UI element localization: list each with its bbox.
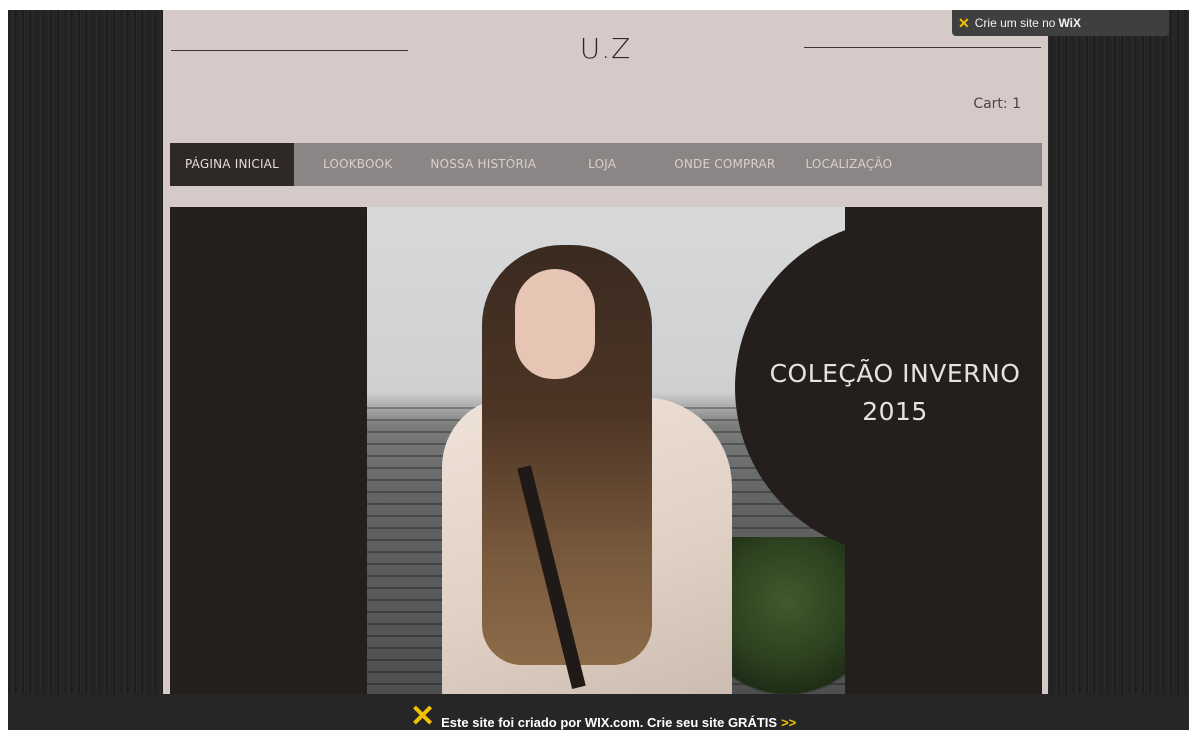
nav-item-pagina-inicial[interactable]: PÁGINA INICIAL: [170, 143, 294, 186]
site-container: U.Z Cart: 1 PÁGINA INICIAL LOOKBOOK NOSS…: [163, 10, 1048, 694]
wix-badge-brand: WiX: [1058, 16, 1081, 30]
wix-bottom-banner[interactable]: ✕ Este site foi criado por WIX.com. Crie…: [410, 700, 797, 733]
hero-banner[interactable]: COLEÇÃO INVERNO 2015: [170, 207, 1042, 694]
wix-bottom-arrows: >>: [781, 715, 797, 730]
header-divider-right: [804, 47, 1041, 48]
collection-title-line1: COLEÇÃO INVERNO: [769, 359, 1021, 388]
nav-item-nossa-historia[interactable]: NOSSA HISTÓRIA: [415, 143, 551, 186]
collection-title: COLEÇÃO INVERNO 2015: [735, 355, 1042, 431]
nav-item-localizacao[interactable]: LOCALIZAÇÃO: [790, 143, 907, 186]
nav-item-lookbook[interactable]: LOOKBOOK: [308, 143, 407, 186]
cart-link[interactable]: Cart: 1: [973, 96, 1021, 112]
wix-create-site-badge[interactable]: ✕ Crie um site no WiX: [952, 10, 1169, 36]
wix-badge-text: Crie um site no: [974, 16, 1056, 30]
site-logo[interactable]: U.Z: [163, 32, 1048, 65]
nav-item-onde-comprar[interactable]: ONDE COMPRAR: [659, 143, 790, 186]
main-navigation: PÁGINA INICIAL LOOKBOOK NOSSA HISTÓRIA L…: [170, 143, 1042, 186]
model-face: [515, 269, 595, 379]
nav-item-loja[interactable]: LOJA: [573, 143, 631, 186]
collection-title-line2: 2015: [862, 397, 928, 426]
wix-bottom-banner-text: Este site foi criado por WIX.com. Crie s…: [441, 715, 778, 730]
wix-x-icon: ✕: [958, 14, 970, 31]
wix-large-x-icon: ✕: [410, 700, 436, 733]
